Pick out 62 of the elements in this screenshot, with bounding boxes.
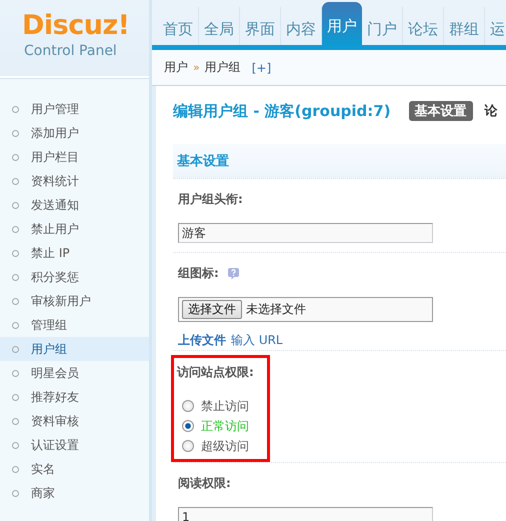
sidebar-item[interactable]: 发送通知	[0, 193, 149, 217]
help-icon[interactable]	[226, 266, 240, 280]
sidebar-item[interactable]: 添加用户	[0, 121, 149, 145]
add-link[interactable]: [+]	[252, 60, 272, 74]
field-label: 用户组头衔:	[178, 190, 243, 208]
bullet-icon	[12, 442, 19, 448]
file-input[interactable]: 选择文件 未选择文件	[178, 297, 433, 322]
sidebar-item[interactable]: 积分奖惩	[0, 265, 149, 289]
logo-subtitle: Control Panel	[24, 42, 117, 60]
sidebar-item[interactable]: 管理组	[0, 313, 149, 337]
radio-button[interactable]	[182, 400, 194, 412]
breadcrumb-separator: »	[193, 61, 200, 74]
nav-tab[interactable]: 用户	[322, 2, 362, 45]
sidebar-item[interactable]: 用户栏目	[0, 145, 149, 169]
bullet-icon	[12, 466, 19, 472]
radio-button[interactable]	[182, 440, 194, 452]
sidebar-item[interactable]: 用户组	[0, 337, 149, 361]
bullet-icon	[12, 370, 19, 376]
bullet-icon	[12, 178, 19, 184]
bullet-icon	[12, 418, 19, 424]
bullet-icon	[12, 346, 19, 352]
radio-option[interactable]: 禁止访问	[177, 396, 261, 416]
bullet-icon	[12, 274, 19, 280]
bullet-icon	[12, 154, 19, 160]
upload-link[interactable]: 输入 URL	[231, 332, 283, 349]
bullet-icon	[12, 250, 19, 256]
sidebar-item[interactable]: 认证设置	[0, 433, 149, 457]
sidebar-item[interactable]: 禁止用户	[0, 217, 149, 241]
breadcrumb-item[interactable]: 用户组	[204, 59, 241, 76]
input-field[interactable]: 1	[178, 507, 433, 521]
input-field[interactable]: 游客	[178, 223, 433, 243]
sidebar-item[interactable]: 推荐好友	[0, 385, 149, 409]
section-title: 基本设置	[177, 153, 229, 170]
sidebar-item[interactable]: 用户管理	[0, 97, 149, 121]
settings-tab[interactable]: 论	[478, 101, 504, 121]
sidebar-item[interactable]: 审核新用户	[0, 289, 149, 313]
bullet-icon	[12, 322, 19, 328]
upload-link[interactable]: 上传文件	[178, 332, 226, 349]
radio-button[interactable]	[182, 420, 194, 432]
logo: Discuz!	[22, 10, 130, 42]
sidebar-item[interactable]: 实名	[0, 457, 149, 481]
sidebar-item[interactable]: 禁止 IP	[0, 241, 149, 265]
bullet-icon	[12, 394, 19, 400]
bullet-icon	[12, 298, 19, 304]
breadcrumb-item[interactable]: 用户	[164, 59, 188, 76]
sidebar-item[interactable]: 明星会员	[0, 361, 149, 385]
field-label: 组图标:	[178, 264, 219, 282]
settings-tab[interactable]: 基本设置	[408, 101, 473, 121]
sidebar-item[interactable]: 资料统计	[0, 169, 149, 193]
bullet-icon	[12, 130, 19, 136]
field-label: 阅读权限:	[178, 474, 231, 492]
sidebar-item[interactable]: 资料审核	[0, 409, 149, 433]
choose-file-button[interactable]: 选择文件	[182, 300, 242, 319]
sidebar-item[interactable]: 商家	[0, 481, 149, 505]
file-status: 未选择文件	[246, 301, 306, 318]
bullet-icon	[12, 202, 19, 208]
bullet-icon	[12, 490, 19, 496]
radio-option[interactable]: 超级访问	[177, 436, 261, 456]
page-title: 编辑用户组 - 游客(groupid:7)	[173, 102, 391, 120]
bullet-icon	[12, 226, 19, 232]
field-label: 访问站点权限:	[177, 364, 254, 380]
bullet-icon	[12, 106, 19, 112]
